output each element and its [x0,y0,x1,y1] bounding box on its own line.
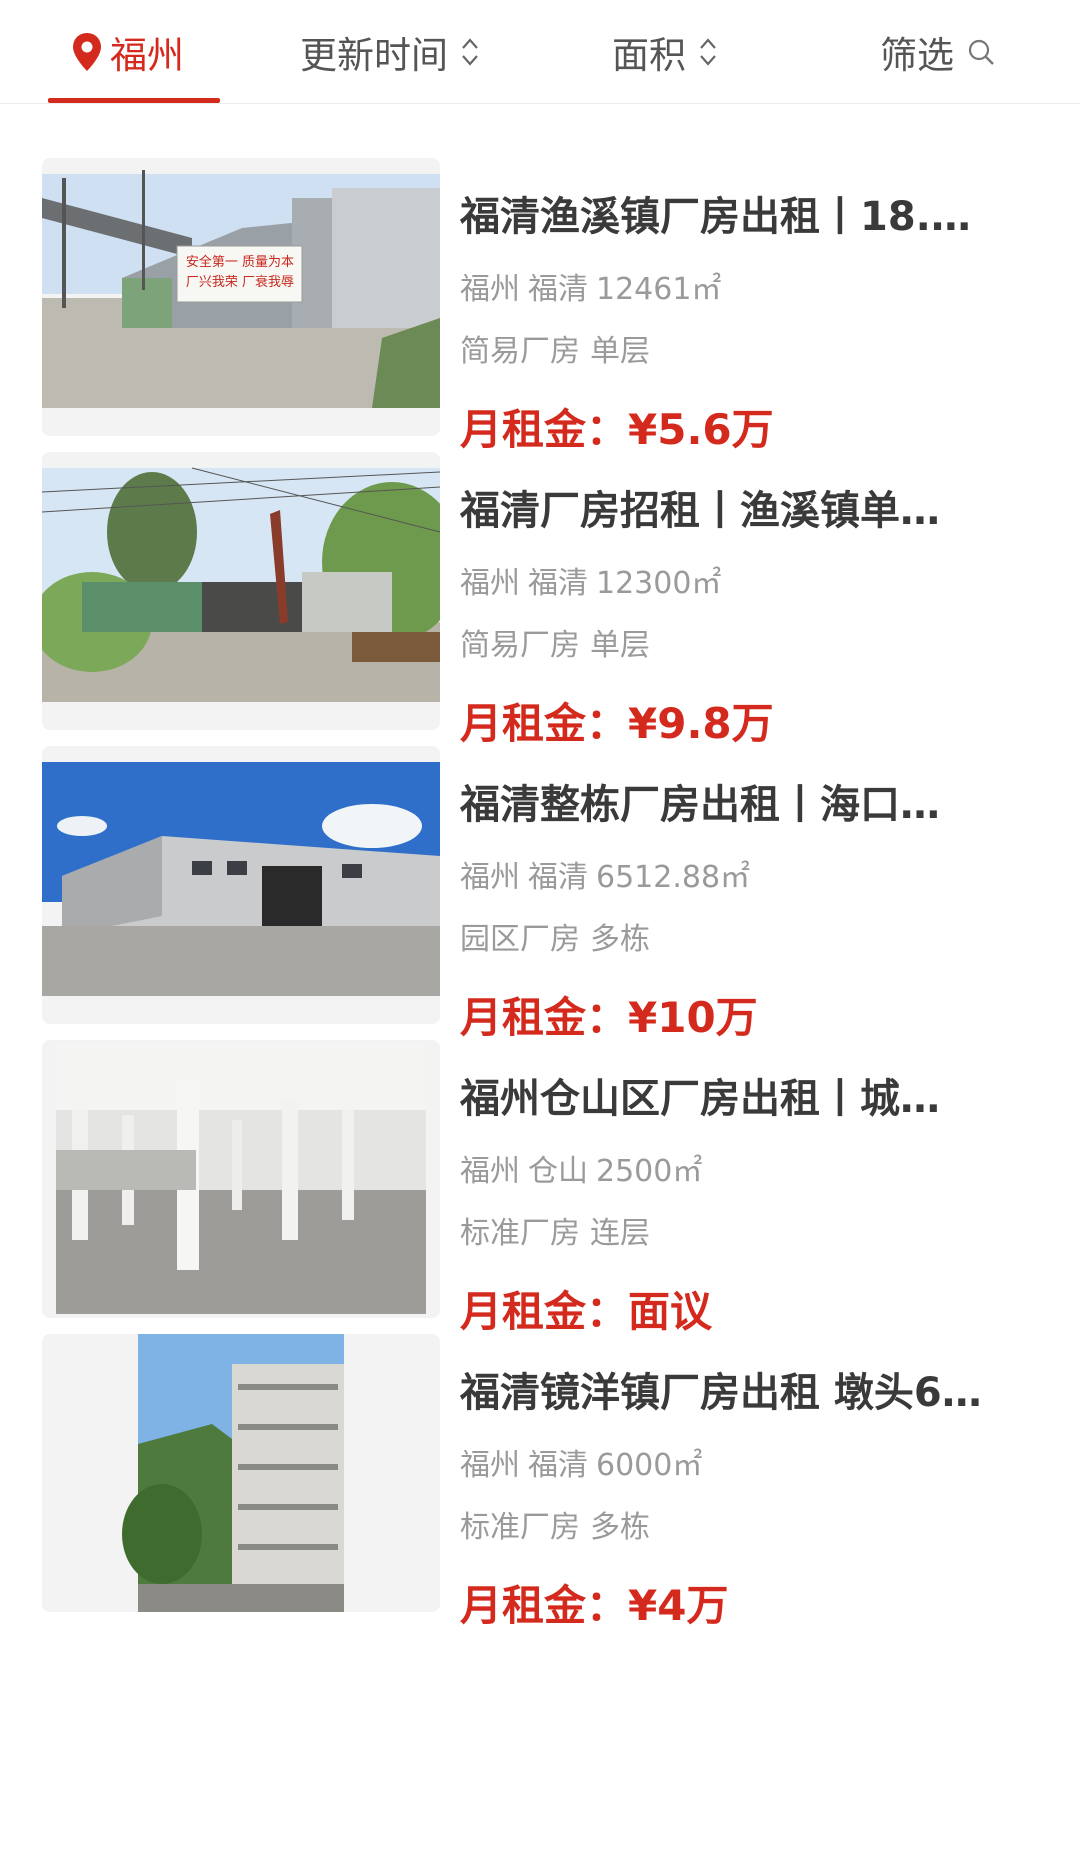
city-selector[interactable]: 福州 [70,0,184,104]
search-icon [968,39,994,65]
listing-card[interactable]: 福清整栋厂房出租丨海口… 福州 福清 6512.88㎡ 园区厂房 多栋 月租金：¥10… [0,692,1080,1042]
listing-area: 2500㎡ [596,1154,703,1189]
listing-title[interactable]: 福州仓山区厂房出租丨城… [460,1066,1040,1124]
listing-city: 福州 [460,1154,520,1189]
listing-city: 福州 [460,566,520,601]
sort-update-time[interactable]: 更新时间 [300,0,480,104]
listing-tags: 简易厂房 单层 [460,326,650,370]
listing-card[interactable]: 福州仓山区厂房出租丨城… 福州 仓山 2500㎡ 标准厂房 连层 月租金：面议 [0,986,1080,1336]
listing-type: 标准厂房 [460,1216,580,1251]
listing-photo[interactable] [42,452,440,730]
sort-area[interactable]: 面积 [612,0,718,104]
city-label: 福州 [110,34,184,77]
listing-price: 月租金：¥4万 [460,1572,728,1633]
listing-title[interactable]: 福清镜洋镇厂房出租 墩头6… [460,1360,1040,1418]
listing-district: 福清 [528,860,588,895]
sort-area-label: 面积 [612,34,686,77]
banner-text: 厂兴我荣 厂衰我辱 [186,274,294,290]
listing-area: 6000㎡ [596,1448,703,1483]
listing-floors: 单层 [590,334,650,369]
listing-floors: 多栋 [590,1510,650,1545]
listing-district: 仓山 [528,1154,588,1189]
listing-district: 福清 [528,566,588,601]
listing-photo[interactable] [42,1040,440,1318]
listing-type: 标准厂房 [460,1510,580,1545]
listing-area: 12300㎡ [596,566,722,601]
listing-district: 福清 [528,1448,588,1483]
listing-photo[interactable] [42,746,440,1024]
filter-bar: 福州 更新时间 面积 筛选 [0,0,1080,104]
price-label: 月租金： [460,1581,629,1630]
listing-floors: 多栋 [590,922,650,957]
sort-toggle-icon [462,38,478,66]
listing-tags: 标准厂房 多栋 [460,1502,650,1546]
listing-location-area: 福州 福清 12300㎡ [460,558,721,602]
filter-button[interactable]: 筛选 [880,0,996,104]
listing-title[interactable]: 福清厂房招租丨渔溪镇单… [460,478,1040,536]
listing-card[interactable]: 安全第一 质量为本 厂兴我荣 厂衰我辱 福清渔溪镇厂房出租丨18.… 福州 福清 1… [0,104,1080,454]
listing-city: 福州 [460,860,520,895]
listing-card[interactable]: 福清厂房招租丨渔溪镇单… 福州 福清 12300㎡ 简易厂房 单层 月租金：¥9.8万 [0,398,1080,748]
listing-area: 12461㎡ [596,272,722,307]
sort-toggle-icon [700,38,716,66]
sort-update-time-label: 更新时间 [300,34,448,77]
listing-photo[interactable]: 安全第一 质量为本 厂兴我荣 厂衰我辱 [42,158,440,436]
listing-type: 园区厂房 [460,922,580,957]
listing-floors: 连层 [590,1216,650,1251]
banner-text: 安全第一 质量为本 [186,254,294,270]
listing-location-area: 福州 福清 6000㎡ [460,1440,702,1484]
listing-city: 福州 [460,272,520,307]
listing-type: 简易厂房 [460,628,580,663]
listing-title[interactable]: 福清整栋厂房出租丨海口… [460,772,1040,830]
location-pin-icon [73,33,101,71]
listing-city: 福州 [460,1448,520,1483]
listing-district: 福清 [528,272,588,307]
listing-tags: 简易厂房 单层 [460,620,650,664]
listing-title[interactable]: 福清渔溪镇厂房出租丨18.… [460,184,1040,242]
listing-area: 6512.88㎡ [596,860,751,895]
listing-card[interactable]: 福清镜洋镇厂房出租 墩头6… 福州 福清 6000㎡ 标准厂房 多栋 月租金：¥4万 [0,1280,1080,1630]
active-tab-underline [48,98,220,103]
listing-type: 简易厂房 [460,334,580,369]
listing-floors: 单层 [590,628,650,663]
listing-tags: 标准厂房 连层 [460,1208,650,1252]
filter-label: 筛选 [880,34,954,77]
price-value: ¥4万 [628,1581,729,1630]
listing-photo[interactable] [42,1334,440,1612]
listing-location-area: 福州 福清 6512.88㎡ [460,852,750,896]
listing-tags: 园区厂房 多栋 [460,914,650,958]
listing-location-area: 福州 福清 12461㎡ [460,264,721,308]
listing-location-area: 福州 仓山 2500㎡ [460,1146,702,1190]
